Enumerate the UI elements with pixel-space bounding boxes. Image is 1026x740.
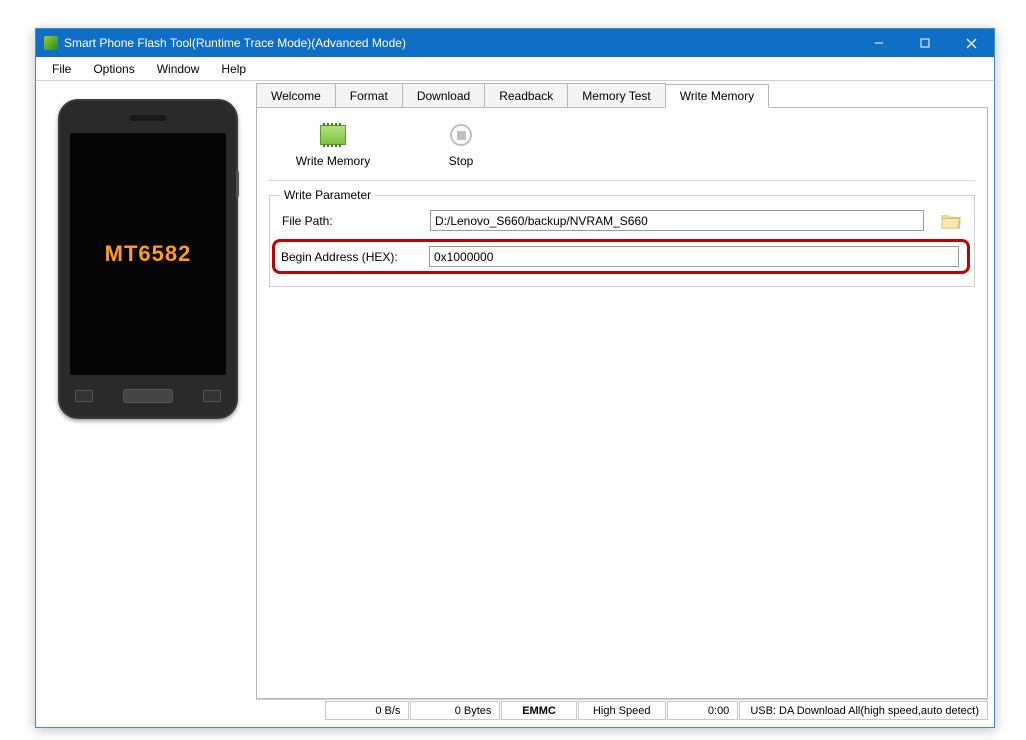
- phone-screen: MT6582: [70, 133, 226, 375]
- tab-memory-test[interactable]: Memory Test: [567, 83, 665, 107]
- chip-label: MT6582: [105, 241, 192, 267]
- maximize-button[interactable]: [902, 29, 948, 57]
- app-icon: [44, 36, 58, 50]
- phone-illustration: BM MT6582: [58, 99, 238, 419]
- file-path-input[interactable]: [430, 210, 924, 231]
- minimize-button[interactable]: [856, 29, 902, 57]
- stop-button-label: Stop: [449, 154, 474, 168]
- status-bytes: 0 Bytes: [410, 701, 500, 720]
- maximize-icon: [920, 38, 930, 48]
- tab-strip: Welcome Format Download Readback Memory …: [256, 83, 988, 108]
- write-memory-button-label: Write Memory: [296, 154, 370, 168]
- close-icon: [966, 38, 977, 49]
- begin-address-input[interactable]: [429, 246, 959, 267]
- write-parameter-fieldset: Write Parameter File Path:: [269, 195, 975, 287]
- minimize-icon: [874, 38, 884, 48]
- phone-home-button: [123, 389, 173, 403]
- begin-address-row: Begin Address (HEX):: [281, 246, 959, 267]
- statusbar: 0 B/s 0 Bytes EMMC High Speed 0:00 USB: …: [256, 699, 988, 721]
- browse-file-button[interactable]: [940, 212, 962, 230]
- begin-address-highlight: Begin Address (HEX):: [272, 239, 970, 274]
- phone-nav-right: [203, 390, 221, 402]
- tab-welcome[interactable]: Welcome: [256, 83, 336, 107]
- status-time: 0:00: [667, 701, 739, 720]
- tab-readback[interactable]: Readback: [484, 83, 568, 107]
- content-area: Welcome Format Download Readback Memory …: [256, 81, 994, 727]
- close-button[interactable]: [948, 29, 994, 57]
- toolbar: Write Memory Stop: [269, 122, 975, 181]
- menu-help[interactable]: Help: [211, 59, 256, 79]
- phone-nav-left: [75, 390, 93, 402]
- menu-options[interactable]: Options: [83, 59, 144, 79]
- bottom-spacer: [256, 721, 988, 727]
- phone-speaker: [129, 115, 167, 121]
- phone-side-button: [236, 171, 239, 197]
- stop-button[interactable]: Stop: [421, 122, 501, 168]
- begin-address-label: Begin Address (HEX):: [281, 250, 421, 264]
- tab-format[interactable]: Format: [335, 83, 403, 107]
- sidebar: BM MT6582: [36, 81, 256, 727]
- folder-icon: [940, 212, 962, 230]
- status-gap: [256, 700, 324, 721]
- tab-panel-write-memory: Write Memory Stop Write Parameter File P…: [256, 108, 988, 699]
- titlebar: Smart Phone Flash Tool(Runtime Trace Mod…: [36, 29, 994, 57]
- file-path-label: File Path:: [282, 214, 422, 228]
- tab-download[interactable]: Download: [402, 83, 485, 107]
- menu-window[interactable]: Window: [147, 59, 210, 79]
- main-area: BM MT6582 Welcome Format Download Readba…: [36, 81, 994, 727]
- phone-nav: [60, 385, 236, 407]
- window-title: Smart Phone Flash Tool(Runtime Trace Mod…: [64, 36, 856, 50]
- chip-icon: [318, 122, 348, 148]
- status-speed: 0 B/s: [325, 701, 409, 720]
- write-memory-button[interactable]: Write Memory: [293, 122, 373, 168]
- stop-icon: [446, 122, 476, 148]
- tab-write-memory[interactable]: Write Memory: [665, 84, 769, 108]
- menubar: File Options Window Help: [36, 57, 994, 81]
- status-mode: High Speed: [578, 701, 666, 720]
- menu-file[interactable]: File: [42, 59, 81, 79]
- window-controls: [856, 29, 994, 57]
- write-parameter-legend: Write Parameter: [280, 188, 375, 202]
- status-connection: USB: DA Download All(high speed,auto det…: [739, 701, 988, 720]
- main-window: Smart Phone Flash Tool(Runtime Trace Mod…: [35, 28, 995, 728]
- file-path-row: File Path:: [282, 210, 962, 231]
- status-storage: EMMC: [501, 701, 576, 720]
